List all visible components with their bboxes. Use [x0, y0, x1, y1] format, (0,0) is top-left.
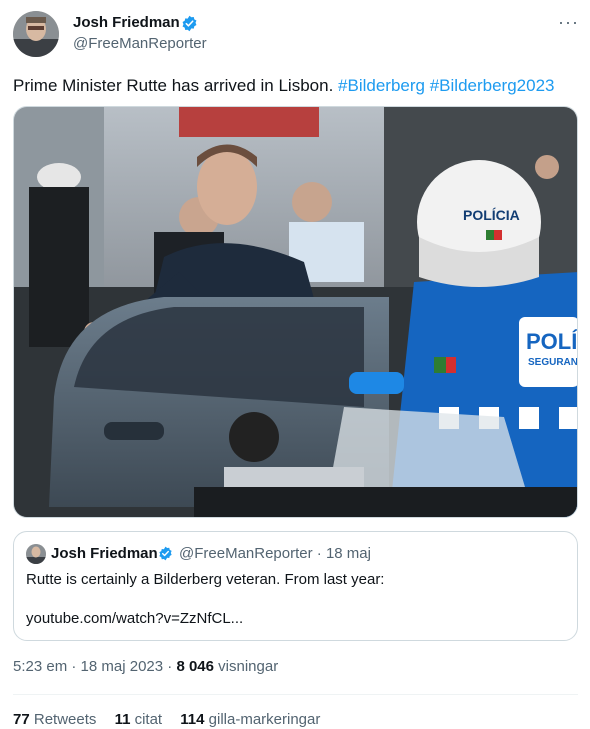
meta-separator-1: · — [71, 658, 77, 675]
tweet-media-image[interactable]: POLÍCIA POLÍ SEGURAN — [13, 106, 578, 518]
author-name[interactable]: Josh Friedman — [73, 14, 180, 31]
police-jacket-label-2: SEGURAN — [528, 357, 578, 368]
quoted-author-handle-and-date: @FreeManReporter · 18 maj — [179, 545, 371, 562]
quotes-count: 11 — [114, 711, 131, 728]
tweet-date[interactable]: 18 maj 2023 — [81, 658, 164, 675]
quotes-label: citat — [134, 711, 163, 728]
views-label: visningar — [218, 658, 279, 675]
quotes-stat[interactable]: 11 citat — [115, 711, 163, 728]
retweets-count: 77 — [13, 711, 30, 728]
likes-stat[interactable]: 114 gilla-markeringar — [180, 711, 320, 728]
quoted-tweet-text: Rutte is certainly a Bilderberg veteran.… — [26, 571, 385, 588]
quoted-author-avatar[interactable] — [26, 544, 46, 564]
quoted-tweet-link[interactable]: youtube.com/watch?v=ZzNfCL... — [26, 610, 243, 627]
retweets-label: Retweets — [33, 711, 97, 728]
quoted-separator: · — [316, 545, 322, 562]
quoted-date[interactable]: 18 maj — [326, 545, 371, 562]
hashtag-bilderberg[interactable]: #Bilderberg — [338, 76, 425, 95]
views-count: 8 046 — [176, 658, 214, 675]
retweets-stat[interactable]: 77 Retweets — [13, 711, 96, 728]
tweet-time[interactable]: 5:23 em — [13, 658, 67, 675]
meta-separator-2: · — [167, 658, 173, 675]
tweet-text-body: Prime Minister Rutte has arrived in Lisb… — [13, 76, 334, 95]
divider — [13, 694, 578, 695]
tweet-metadata: 5:23 em · 18 maj 2023 · 8 046 visningar — [13, 658, 278, 675]
likes-label: gilla-markeringar — [208, 711, 321, 728]
quoted-author-name[interactable]: Josh Friedman — [51, 545, 158, 562]
likes-count: 114 — [180, 711, 205, 728]
police-helmet-label: POLÍCIA — [463, 207, 520, 223]
quoted-author-handle[interactable]: @FreeManReporter — [179, 545, 313, 562]
more-options-button[interactable]: ··· — [558, 12, 579, 33]
author-handle[interactable]: @FreeManReporter — [73, 35, 207, 52]
tweet-text: Prime Minister Rutte has arrived in Lisb… — [13, 75, 554, 97]
verified-badge-icon — [182, 15, 197, 32]
media-illustration — [14, 107, 577, 517]
hashtag-bilderberg2023[interactable]: #Bilderberg2023 — [430, 76, 555, 95]
engagement-stats: 77 Retweets 11 citat 114 gilla-markering… — [13, 711, 334, 728]
quoted-tweet[interactable]: Josh Friedman @FreeManReporter · 18 maj … — [13, 531, 578, 641]
police-jacket-label: POLÍ — [526, 329, 578, 354]
author-avatar[interactable] — [13, 11, 59, 57]
quoted-verified-badge-icon — [159, 546, 172, 561]
